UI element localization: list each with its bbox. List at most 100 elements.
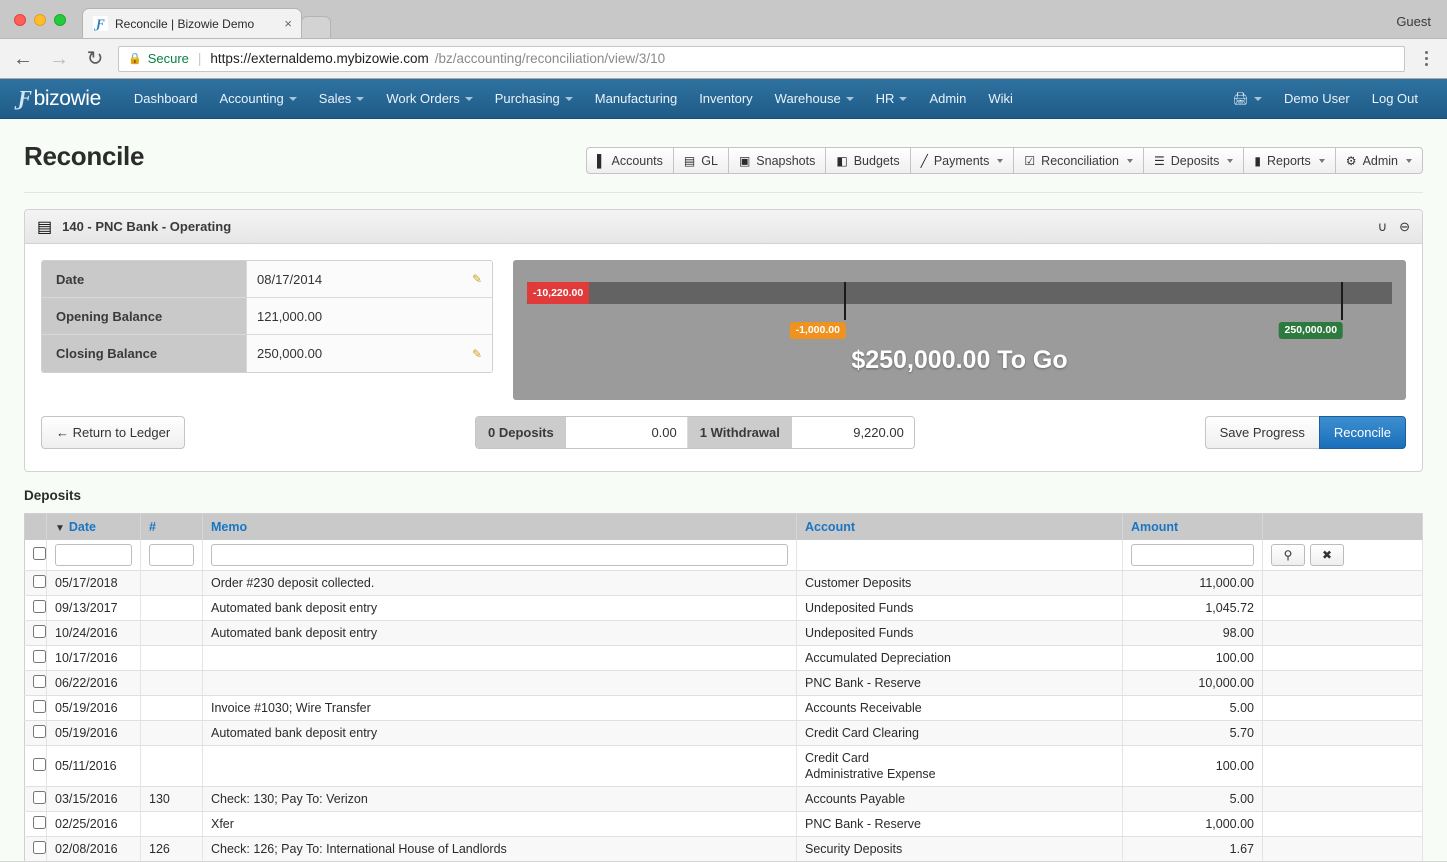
- guest-profile-label[interactable]: Guest: [1396, 14, 1431, 29]
- nav-item-sales[interactable]: Sales: [308, 79, 376, 119]
- nav-item-dashboard[interactable]: Dashboard: [123, 79, 209, 119]
- table-row[interactable]: 02/08/2016 126 Check: 126; Pay To: Interna…: [24, 836, 1423, 861]
- edit-pencil-icon[interactable]: ✎: [472, 272, 482, 286]
- row-checkbox[interactable]: [33, 816, 46, 829]
- table-row[interactable]: 02/25/2016 Xfer PNC Bank - Reserve 1,000.00: [24, 811, 1423, 837]
- cell-row-actions: [1262, 695, 1423, 721]
- filter-date-input[interactable]: [55, 544, 132, 566]
- row-checkbox[interactable]: [33, 841, 46, 854]
- reconcile-button[interactable]: Reconcile: [1318, 416, 1406, 449]
- row-checkbox[interactable]: [33, 575, 46, 588]
- filter-memo-input[interactable]: [211, 544, 788, 566]
- user-menu[interactable]: Demo User: [1273, 79, 1361, 119]
- window-controls[interactable]: [14, 14, 66, 26]
- browser-tab[interactable]: Ƒ Reconcile | Bizowie Demo ×: [82, 8, 302, 38]
- maximize-window-button[interactable]: [54, 14, 66, 26]
- toolbar-gl-button[interactable]: ▤ GL: [672, 147, 728, 174]
- nav-item-hr[interactable]: HR: [865, 79, 919, 119]
- row-checkbox[interactable]: [33, 700, 46, 713]
- table-row[interactable]: 05/19/2016 Automated bank deposit entry Cr…: [24, 720, 1423, 746]
- url-path: /bz/accounting/reconciliation/view/3/10: [434, 51, 666, 66]
- toolbar-admin-button[interactable]: ⚙ Admin: [1334, 147, 1423, 174]
- gauge-track: -10,220.00 -1,000.00 250,000.00: [527, 282, 1392, 339]
- filter-amount-input[interactable]: [1131, 544, 1254, 566]
- cell-date: 09/13/2017: [46, 595, 141, 621]
- row-checkbox[interactable]: [33, 650, 46, 663]
- col-memo[interactable]: Memo: [202, 513, 797, 540]
- reload-icon[interactable]: ↻: [82, 49, 108, 69]
- bizowie-logo[interactable]: Ƒbizowie: [18, 86, 101, 111]
- table-row[interactable]: 05/11/2016 Credit Card Administrative Expe…: [24, 745, 1423, 787]
- nav-item-label: Accounting: [219, 91, 284, 106]
- edit-pencil-icon[interactable]: ✎: [472, 347, 482, 361]
- row-checkbox[interactable]: [33, 600, 46, 613]
- nav-item-wiki[interactable]: Wiki: [977, 79, 1024, 119]
- filter-amount-cell: [1122, 540, 1263, 571]
- address-bar[interactable]: 🔒 Secure | https://externaldemo.mybizowi…: [118, 45, 1405, 72]
- table-row[interactable]: 10/24/2016 Automated bank deposit entry Un…: [24, 620, 1423, 646]
- table-row[interactable]: 09/13/2017 Automated bank deposit entry Un…: [24, 595, 1423, 621]
- col-amount[interactable]: Amount: [1122, 513, 1263, 540]
- print-menu[interactable]: 🖨: [1221, 79, 1273, 119]
- nav-item-inventory[interactable]: Inventory: [688, 79, 763, 119]
- table-row[interactable]: 05/17/2018 Order #230 deposit collected. C…: [24, 570, 1423, 596]
- row-select-cell: [24, 570, 47, 596]
- browser-menu-icon[interactable]: [1415, 51, 1437, 66]
- toolbar-deposits-button[interactable]: ☰ Deposits: [1143, 147, 1244, 174]
- filter-number-input[interactable]: [149, 544, 194, 566]
- return-to-ledger-button[interactable]: ← Return to Ledger: [41, 416, 186, 449]
- row-select-cell: [24, 670, 47, 696]
- row-checkbox[interactable]: [33, 725, 46, 738]
- minimize-window-button[interactable]: [34, 14, 46, 26]
- forward-icon[interactable]: →: [46, 49, 72, 69]
- cell-amount: 1.67: [1122, 836, 1263, 861]
- nav-item-work-orders[interactable]: Work Orders: [375, 79, 483, 119]
- toolbar-reports-button[interactable]: ▮ Reports: [1243, 147, 1335, 174]
- logout-link[interactable]: Log Out: [1361, 79, 1429, 119]
- toolbar-snapshots-button[interactable]: ▣ Snapshots: [727, 147, 826, 174]
- toolbar-budgets-button[interactable]: ◧ Budgets: [825, 147, 910, 174]
- nav-item-admin[interactable]: Admin: [918, 79, 977, 119]
- cell-amount: 11,000.00: [1122, 570, 1263, 596]
- cell-number: [140, 620, 203, 646]
- cell-date: 05/19/2016: [46, 720, 141, 746]
- table-row[interactable]: 06/22/2016 PNC Bank - Reserve 10,000.00: [24, 670, 1423, 696]
- row-checkbox[interactable]: [33, 675, 46, 688]
- row-checkbox[interactable]: [33, 625, 46, 638]
- page-title: Reconcile: [24, 141, 145, 171]
- row-select-cell: [24, 695, 47, 721]
- page-header: Reconcile ▌ Accounts ▤ GL ▣ Snapshots ◧ Budgets…: [0, 119, 1447, 174]
- toolbar-button-label: Reconciliation: [1041, 153, 1119, 168]
- close-window-button[interactable]: [14, 14, 26, 26]
- nav-item-accounting[interactable]: Accounting: [208, 79, 307, 119]
- nav-item-warehouse[interactable]: Warehouse: [764, 79, 865, 119]
- row-checkbox[interactable]: [33, 791, 46, 804]
- toolbar-reconciliation-button[interactable]: ☑ Reconciliation: [1013, 147, 1143, 174]
- search-icon[interactable]: ⚲: [1271, 544, 1305, 566]
- back-icon[interactable]: ←: [10, 49, 36, 69]
- table-row[interactable]: 10/17/2016 Accumulated Depreciation 100.00: [24, 645, 1423, 671]
- row-checkbox[interactable]: [33, 758, 46, 771]
- toolbar-accounts-button[interactable]: ▌ Accounts: [585, 147, 673, 174]
- select-all-checkbox[interactable]: [33, 547, 46, 560]
- table-row[interactable]: 03/15/2016 130 Check: 130; Pay To: Verizon…: [24, 786, 1423, 812]
- col-date[interactable]: ▼ Date: [46, 513, 141, 540]
- col-account[interactable]: Account: [796, 513, 1123, 540]
- collapse-icon[interactable]: ⊖: [1399, 219, 1410, 235]
- new-tab-button[interactable]: [301, 16, 331, 38]
- col-number[interactable]: #: [140, 513, 203, 540]
- save-progress-button[interactable]: Save Progress: [1204, 416, 1319, 449]
- clear-filters-icon[interactable]: ✖: [1310, 544, 1344, 566]
- nav-item-purchasing[interactable]: Purchasing: [484, 79, 584, 119]
- close-icon[interactable]: ×: [281, 16, 295, 31]
- cell-row-actions: [1262, 720, 1423, 746]
- cell-number: [140, 720, 203, 746]
- toolbar-payments-button[interactable]: ╱ Payments: [909, 147, 1014, 174]
- magnet-icon[interactable]: ∪: [1378, 219, 1388, 235]
- nav-item-label: Wiki: [988, 91, 1013, 106]
- nav-item-manufacturing[interactable]: Manufacturing: [584, 79, 688, 119]
- nav-item-label: Sales: [318, 91, 352, 106]
- reconcile-panel: ▤ 140 - PNC Bank - Operating ∪ ⊖ Date 08/…: [24, 209, 1423, 472]
- table-row[interactable]: 05/19/2016 Invoice #1030; Wire Transfer Ac…: [24, 695, 1423, 721]
- nav-item-label: Admin: [929, 91, 967, 106]
